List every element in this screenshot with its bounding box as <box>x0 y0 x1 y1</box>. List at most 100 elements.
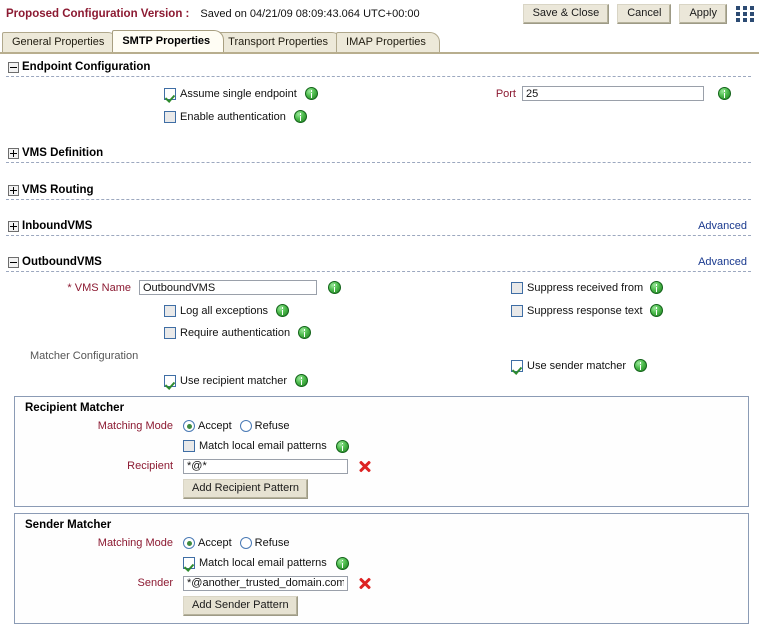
sender-mode-accept-label[interactable]: Accept <box>198 537 232 549</box>
recipient-mode-accept-radio[interactable] <box>183 420 195 432</box>
expand-icon-vms-definition[interactable] <box>8 147 19 159</box>
use-sender-matcher-info-icon[interactable] <box>634 359 648 372</box>
sender-mode-accept-radio[interactable] <box>183 537 195 549</box>
add-recipient-pattern-row: Add Recipient Pattern <box>21 479 742 499</box>
grid-menu-icon[interactable] <box>736 5 754 23</box>
log-all-exceptions-checkbox[interactable] <box>164 304 176 317</box>
sender-mode-refuse-radio[interactable] <box>239 537 252 549</box>
section-header-inbound-vms[interactable]: InboundVMS Advanced <box>6 213 751 236</box>
tab-transport-properties[interactable]: Transport Properties <box>218 32 343 52</box>
vms-definition-gap <box>6 163 751 177</box>
grid-dot <box>743 5 747 10</box>
grid-dot <box>743 11 747 16</box>
sender-pattern-input[interactable] <box>183 575 348 591</box>
section-header-endpoint-configuration[interactable]: Endpoint Configuration <box>6 54 751 77</box>
sender-match-local-email-patterns-checkbox[interactable] <box>183 557 195 569</box>
vms-name-label: * VMS Name <box>6 282 131 294</box>
use-recipient-matcher-info-icon[interactable] <box>295 374 308 387</box>
vms-name-input[interactable] <box>139 280 317 295</box>
save-and-close-button[interactable]: Save & Close <box>522 4 610 24</box>
outbound-vms-body: * VMS Name Log all exceptions Require au… <box>6 272 751 390</box>
main-content: Endpoint Configuration Assume single end… <box>0 54 759 624</box>
log-all-exceptions-label[interactable]: Log all exceptions <box>180 305 268 317</box>
section-header-outbound-vms[interactable]: OutboundVMS Advanced <box>6 249 751 272</box>
add-recipient-pattern-button[interactable]: Add Recipient Pattern <box>183 479 309 499</box>
use-sender-matcher-label[interactable]: Use sender matcher <box>527 360 626 372</box>
sender-matcher-panel: Sender Matcher Matching Mode Accept Refu… <box>14 513 749 624</box>
suppress-response-text-label[interactable]: Suppress response text <box>527 305 643 317</box>
suppress-received-from-label[interactable]: Suppress received from <box>527 282 643 294</box>
endpoint-right-column: Port <box>476 84 751 126</box>
cancel-button[interactable]: Cancel <box>617 4 672 24</box>
outbound-vms-advanced-link[interactable]: Advanced <box>698 256 749 268</box>
inbound-vms-gap <box>6 236 751 249</box>
endpoint-bottom-gap <box>6 126 751 140</box>
port-row: Port <box>476 84 751 103</box>
sender-match-local-row: Match local email patterns <box>21 553 742 573</box>
suppress-received-from-row: Suppress received from <box>511 278 751 297</box>
require-authentication-label[interactable]: Require authentication <box>180 327 290 339</box>
assume-single-endpoint-label[interactable]: Assume single endpoint <box>180 88 297 100</box>
require-authentication-info-icon[interactable] <box>298 326 312 339</box>
section-header-vms-definition[interactable]: VMS Definition <box>6 140 751 163</box>
sender-pattern-row: Sender <box>21 573 742 593</box>
assume-single-endpoint-info-icon[interactable] <box>304 87 318 100</box>
recipient-match-local-email-patterns-checkbox[interactable] <box>183 440 195 452</box>
recipient-matching-mode-label: Matching Mode <box>97 420 173 432</box>
suppress-received-from-info-icon[interactable] <box>650 281 664 294</box>
inbound-vms-advanced-link[interactable]: Advanced <box>698 220 749 232</box>
recipient-mode-refuse-label[interactable]: Refuse <box>255 420 290 432</box>
tab-strip: General Properties SMTP Properties Trans… <box>0 30 759 54</box>
suppress-response-text-checkbox[interactable] <box>511 304 523 317</box>
recipient-pattern-row: Recipient <box>21 456 742 476</box>
endpoint-configuration-body: Assume single endpoint Enable authentica… <box>6 77 751 126</box>
port-info-icon[interactable] <box>718 87 731 100</box>
apply-button[interactable]: Apply <box>679 4 727 24</box>
section-header-vms-routing[interactable]: VMS Routing <box>6 177 751 200</box>
assume-single-endpoint-checkbox[interactable] <box>164 87 176 100</box>
expand-icon-vms-routing[interactable] <box>8 184 19 196</box>
use-recipient-matcher-checkbox[interactable] <box>164 374 176 387</box>
sender-match-local-email-patterns-label[interactable]: Match local email patterns <box>199 557 327 569</box>
tab-smtp-properties[interactable]: SMTP Properties <box>112 30 225 52</box>
matcher-configuration-row: Matcher Configuration <box>6 346 511 365</box>
collapse-icon-outbound-vms[interactable] <box>8 256 19 268</box>
recipient-pattern-delete-icon[interactable] <box>358 460 371 473</box>
vms-name-label-text: VMS Name <box>74 281 131 294</box>
port-input[interactable] <box>522 86 704 101</box>
port-label: Port <box>495 87 516 100</box>
section-title-endpoint-configuration: Endpoint Configuration <box>22 61 151 73</box>
use-recipient-matcher-label[interactable]: Use recipient matcher <box>180 375 287 387</box>
use-recipient-matcher-row: Use recipient matcher <box>6 371 511 390</box>
log-all-exceptions-info-icon[interactable] <box>276 304 290 317</box>
recipient-match-local-info-icon[interactable] <box>335 439 349 453</box>
sender-match-local-info-icon[interactable] <box>335 556 349 570</box>
grid-dot <box>743 17 747 22</box>
require-authentication-checkbox[interactable] <box>164 326 176 339</box>
enable-authentication-label[interactable]: Enable authentication <box>180 111 286 123</box>
suppress-response-text-info-icon[interactable] <box>649 304 663 317</box>
recipient-pattern-input[interactable] <box>183 458 348 474</box>
recipient-matching-mode-row: Matching Mode Accept Refuse <box>21 416 742 436</box>
suppress-received-from-checkbox[interactable] <box>511 281 523 294</box>
recipient-mode-accept-label[interactable]: Accept <box>198 420 232 432</box>
section-title-outbound-vms: OutboundVMS <box>22 256 102 268</box>
add-sender-pattern-row: Add Sender Pattern <box>21 596 742 616</box>
sender-pattern-delete-icon[interactable] <box>358 577 371 590</box>
expand-icon-inbound-vms[interactable] <box>8 220 19 232</box>
enable-authentication-info-icon[interactable] <box>293 110 307 123</box>
collapse-icon-endpoint-configuration[interactable] <box>8 61 19 73</box>
sender-mode-refuse-label[interactable]: Refuse <box>255 537 290 549</box>
tab-imap-properties[interactable]: IMAP Properties <box>336 32 440 52</box>
vms-name-info-icon[interactable] <box>328 281 341 294</box>
grid-dot <box>736 17 740 22</box>
tab-general-properties[interactable]: General Properties <box>2 32 119 52</box>
add-sender-pattern-button[interactable]: Add Sender Pattern <box>183 596 298 616</box>
matcher-configuration-label: Matcher Configuration <box>30 349 139 362</box>
enable-authentication-checkbox[interactable] <box>164 110 176 123</box>
recipient-mode-refuse-radio[interactable] <box>239 420 252 432</box>
grid-dot <box>750 17 754 22</box>
recipient-match-local-email-patterns-label[interactable]: Match local email patterns <box>199 440 327 452</box>
use-sender-matcher-checkbox[interactable] <box>511 359 523 372</box>
section-title-inbound-vms: InboundVMS <box>22 220 93 232</box>
